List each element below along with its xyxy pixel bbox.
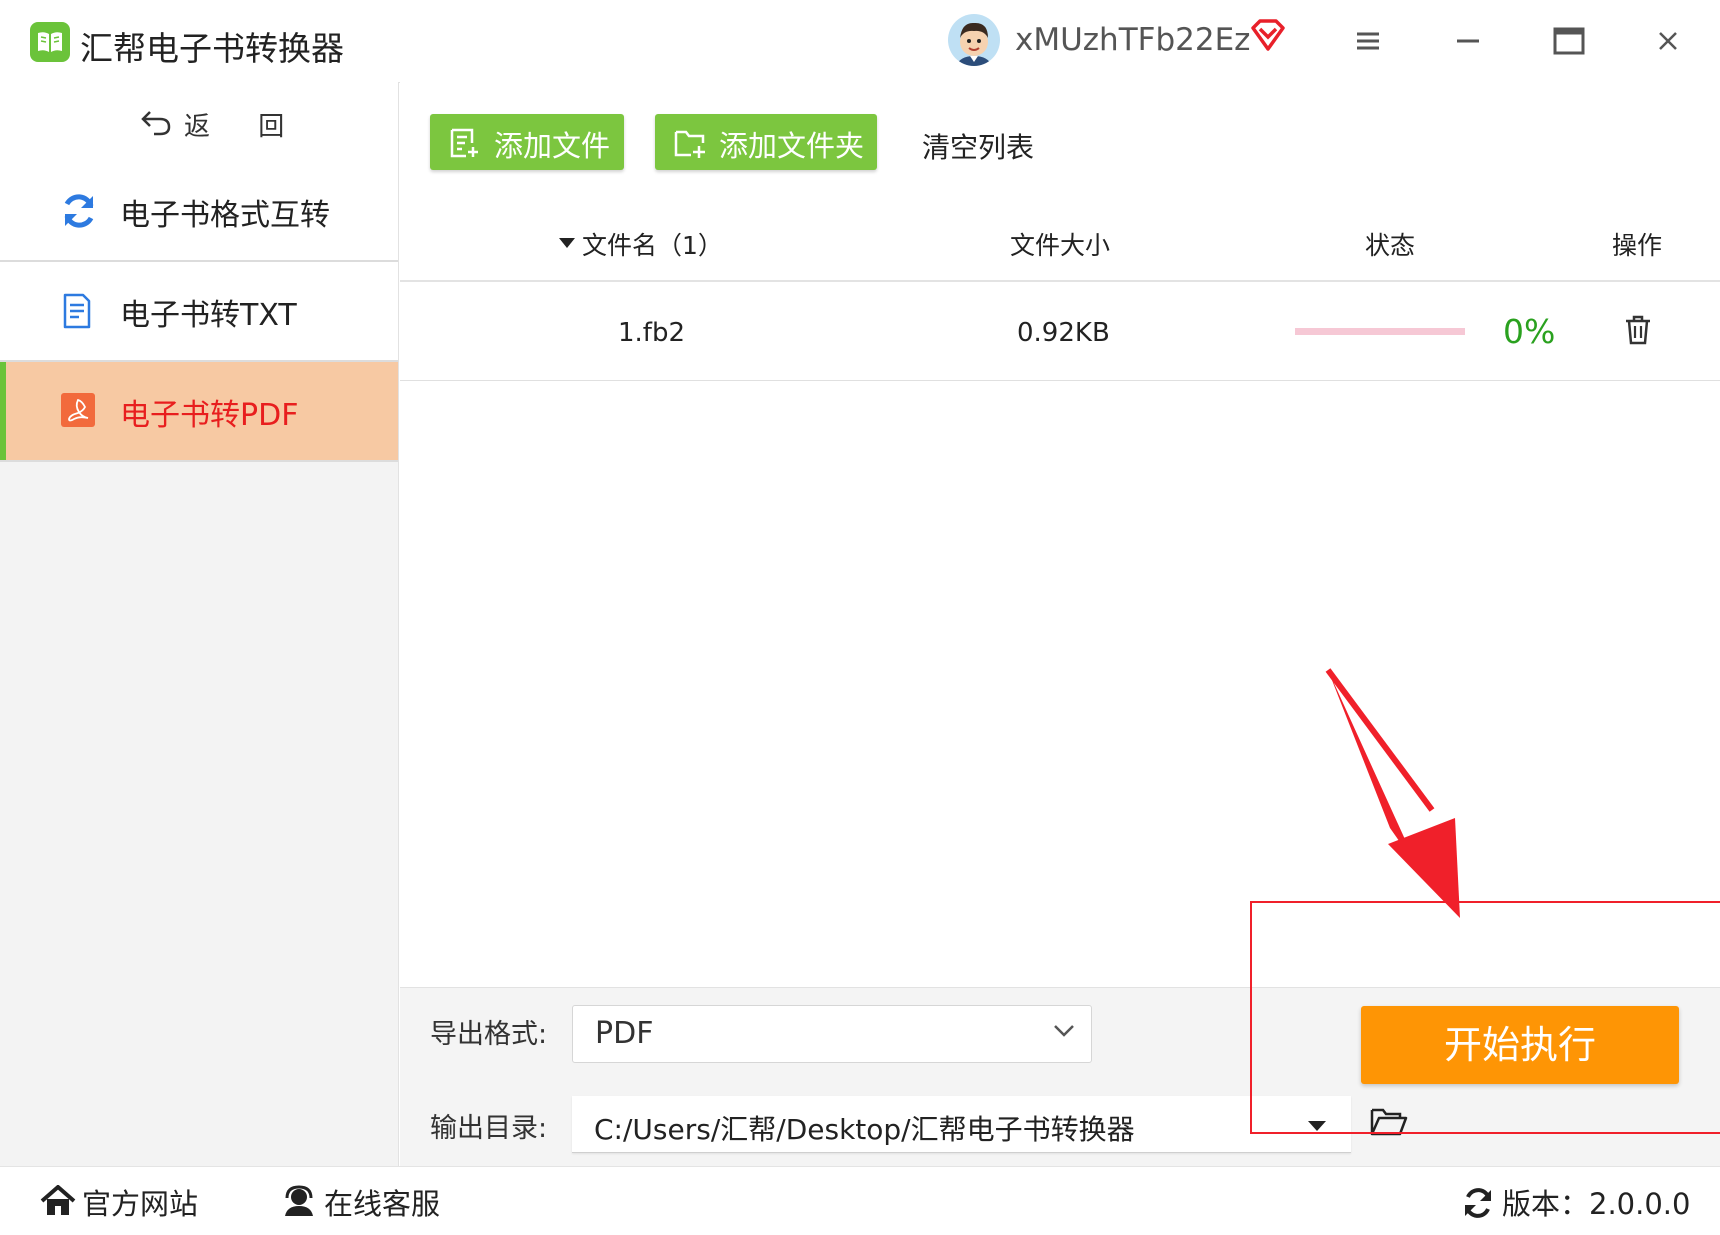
online-support-label: 在线客服 <box>324 1187 441 1221</box>
sidebar-item-label: 电子书转PDF <box>120 398 299 433</box>
sidebar: 返 回 电子书格式互转 电子书转TXT 电子书转PDF <box>0 82 399 1166</box>
avatar[interactable] <box>948 14 1000 66</box>
back-label: 返 回 <box>184 112 305 142</box>
add-file-label: 添加文件 <box>494 129 611 163</box>
version-label: 版本：2.0.0.0 <box>1502 1187 1691 1221</box>
footer: 官方网站 在线客服 版本：2.0.0.0 <box>0 1166 1720 1235</box>
output-dir-label: 输出目录: <box>430 1113 548 1144</box>
refresh-icon <box>64 194 94 228</box>
pdf-icon <box>61 393 95 427</box>
app-title: 汇帮电子书转换器 <box>80 29 344 68</box>
add-folder-icon <box>674 130 705 158</box>
header-divider <box>400 280 1720 282</box>
sidebar-item-to-pdf[interactable]: 电子书转PDF <box>0 362 398 462</box>
document-icon <box>63 293 91 329</box>
file-size: 0.92KB <box>1017 318 1110 348</box>
row-divider <box>400 380 1720 381</box>
column-header-name: 文件名（1） <box>582 231 723 260</box>
minimize-icon[interactable] <box>1445 18 1491 64</box>
column-header-size: 文件大小 <box>1010 231 1111 260</box>
title-bar: 汇帮电子书转换器 xMUzhTFb22Ez <box>0 0 1720 83</box>
output-settings: 导出格式: PDF 输出目录: C:/Users/汇帮/Desktop/汇帮电子… <box>400 987 1720 1167</box>
output-dir-field[interactable]: C:/Users/汇帮/Desktop/汇帮电子书转换器 <box>572 1096 1351 1153</box>
close-icon[interactable] <box>1645 18 1691 64</box>
progress-percent: 0% <box>1503 312 1556 351</box>
chevron-down-icon <box>1054 1025 1074 1037</box>
open-folder-icon[interactable] <box>1370 1106 1408 1142</box>
sidebar-item-to-txt[interactable]: 电子书转TXT <box>0 262 398 362</box>
sidebar-item-label: 电子书转TXT <box>120 298 297 333</box>
add-file-button[interactable]: 添加文件 <box>430 114 624 170</box>
delete-icon[interactable] <box>1623 314 1653 350</box>
file-name: 1.fb2 <box>618 318 686 348</box>
output-dir-value: C:/Users/汇帮/Desktop/汇帮电子书转换器 <box>594 1113 1135 1146</box>
back-button[interactable]: 返 回 <box>0 82 398 165</box>
file-list-panel: 添加文件 添加文件夹 清空列表 文件名（1） 文件大小 状态 操作 1.fb2 … <box>400 82 1720 987</box>
add-folder-button[interactable]: 添加文件夹 <box>655 114 877 170</box>
username: xMUzhTFb22Ez <box>1015 22 1251 58</box>
start-button[interactable]: 开始执行 <box>1361 1006 1679 1084</box>
progress-bar <box>1295 328 1465 335</box>
maximize-icon[interactable] <box>1545 18 1591 64</box>
vip-diamond-icon[interactable] <box>1250 18 1286 56</box>
format-value: PDF <box>595 1016 654 1051</box>
dropdown-triangle-icon[interactable] <box>1307 1120 1327 1132</box>
clear-list-button[interactable]: 清空列表 <box>922 126 1034 166</box>
home-icon <box>40 1185 76 1215</box>
sort-down-icon <box>559 238 575 248</box>
column-header-action: 操作 <box>1612 231 1663 260</box>
menu-icon[interactable] <box>1345 18 1391 64</box>
column-header-status: 状态 <box>1365 231 1416 260</box>
official-website-label: 官方网站 <box>82 1187 199 1221</box>
app-logo-icon <box>30 22 70 62</box>
sidebar-item-format-convert[interactable]: 电子书格式互转 <box>0 162 398 262</box>
headset-icon <box>285 1185 313 1216</box>
format-select[interactable]: PDF <box>572 1005 1092 1063</box>
update-icon <box>1465 1188 1491 1218</box>
format-label: 导出格式: <box>430 1019 548 1050</box>
add-folder-label: 添加文件夹 <box>719 129 865 163</box>
add-file-icon <box>450 128 478 158</box>
back-arrow-icon <box>141 111 171 136</box>
sidebar-item-label: 电子书格式互转 <box>120 198 330 233</box>
